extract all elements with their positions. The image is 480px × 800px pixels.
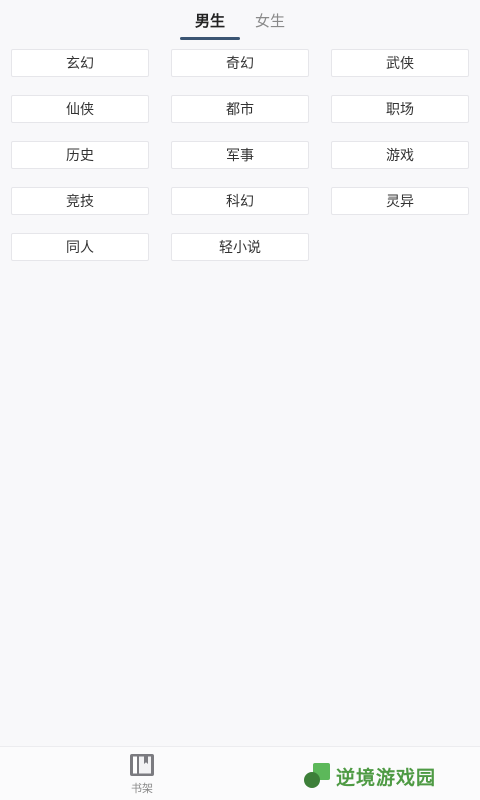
gender-tabs: 男生 女生 [0,0,480,40]
tab-female[interactable]: 女生 [240,0,300,40]
category-grid: 玄幻 奇幻 武侠 仙侠 都市 职场 历史 军事 游戏 竞技 科幻 灵异 同人 轻… [11,49,469,261]
category-xuanhuan[interactable]: 玄幻 [11,49,149,77]
category-qihuan[interactable]: 奇幻 [171,49,309,77]
category-qingxiaoshuo[interactable]: 轻小说 [171,233,309,261]
category-tongren[interactable]: 同人 [11,233,149,261]
tab-female-label: 女生 [254,11,285,30]
bookshelf-tab[interactable]: 书架 [118,753,166,799]
category-zhichang[interactable]: 职场 [331,95,469,123]
category-jingji[interactable]: 竞技 [11,187,149,215]
active-tab-underline [180,37,240,40]
screen: 男生 女生 玄幻 奇幻 武侠 仙侠 都市 职场 历史 军事 游戏 竞技 科幻 灵… [0,0,480,800]
category-lishi[interactable]: 历史 [11,141,149,169]
tab-male-label: 男生 [194,11,225,30]
green-logo-icon [304,763,330,788]
category-youxi[interactable]: 游戏 [331,141,469,169]
category-lingyi[interactable]: 灵异 [331,187,469,215]
bookshelf-icon [130,754,154,776]
bookshelf-label: 书架 [131,782,153,795]
category-junshi[interactable]: 军事 [171,141,309,169]
category-dushi[interactable]: 都市 [171,95,309,123]
tab-male[interactable]: 男生 [180,0,240,40]
category-kehuan[interactable]: 科幻 [171,187,309,215]
watermark-text: 逆境游戏园 [336,766,437,789]
watermark: 逆境游戏园 [304,763,436,789]
category-wuxia[interactable]: 武侠 [331,49,469,77]
category-xianxia[interactable]: 仙侠 [11,95,149,123]
